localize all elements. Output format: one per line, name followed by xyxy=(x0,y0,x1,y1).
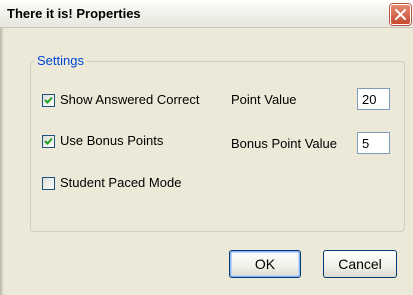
point-value-input[interactable] xyxy=(357,88,390,110)
close-x-icon xyxy=(395,9,406,20)
close-button[interactable] xyxy=(390,4,411,25)
cancel-button[interactable]: Cancel xyxy=(323,250,397,278)
student-paced-mode-option[interactable]: Student Paced Mode xyxy=(42,175,202,193)
title-bar[interactable]: There it is! Properties xyxy=(0,0,413,28)
ok-button[interactable]: OK xyxy=(229,250,301,278)
show-answered-correct-checkbox[interactable] xyxy=(42,94,55,107)
student-paced-mode-checkbox[interactable] xyxy=(42,177,55,190)
show-answered-correct-option[interactable]: Show Answered Correct xyxy=(42,92,222,110)
bonus-point-value-input[interactable] xyxy=(357,132,390,154)
window-title: There it is! Properties xyxy=(7,6,141,21)
point-value-label: Point Value xyxy=(231,92,297,107)
checkmark-icon xyxy=(44,96,53,104)
show-answered-correct-label: Show Answered Correct xyxy=(60,92,200,107)
checkmark-icon xyxy=(44,137,53,145)
bonus-point-value-label: Bonus Point Value xyxy=(231,136,337,151)
use-bonus-points-option[interactable]: Use Bonus Points xyxy=(42,133,202,151)
student-paced-mode-label: Student Paced Mode xyxy=(60,175,182,190)
use-bonus-points-checkbox[interactable] xyxy=(42,135,55,148)
properties-dialog: There it is! Properties Settings Show An… xyxy=(0,0,413,295)
window-edge-shadow xyxy=(0,28,4,295)
settings-legend: Settings xyxy=(34,53,87,68)
use-bonus-points-label: Use Bonus Points xyxy=(60,133,164,148)
